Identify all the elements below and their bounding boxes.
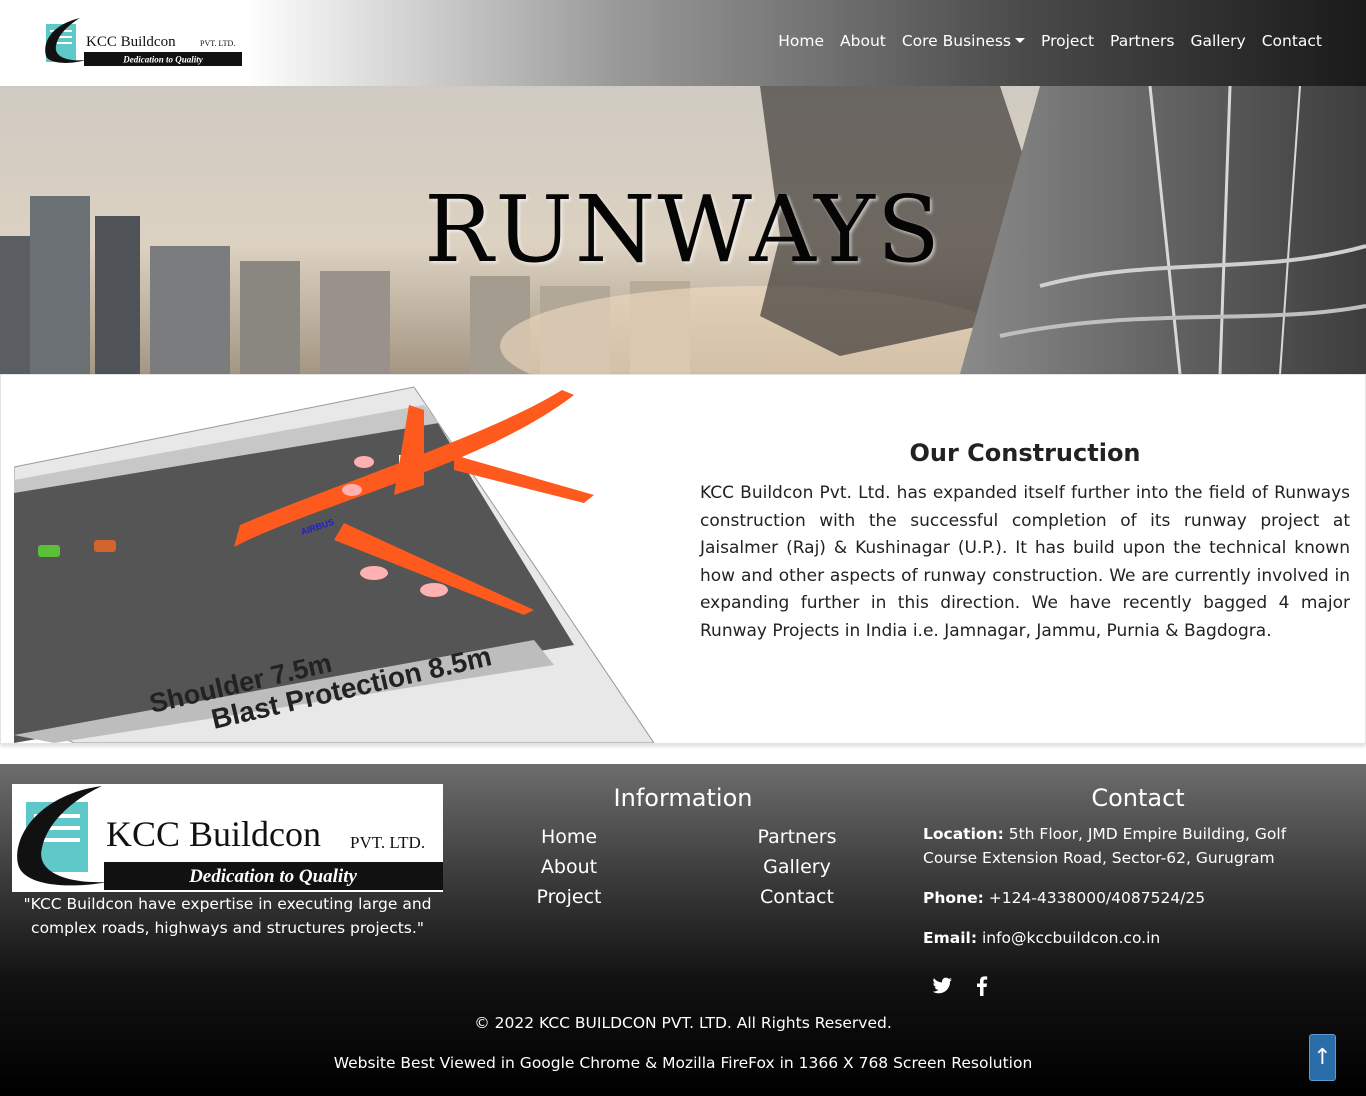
logo-suffix-text: PVT. LTD. [200,39,235,48]
caret-down-icon [1015,38,1025,43]
nav-core-business-label: Core Business [901,32,1011,50]
nav-about[interactable]: About [832,32,894,50]
footer-logo[interactable]: KCC Buildcon PVT. LTD. Dedication to Qua… [12,784,443,892]
hero-banner: RUNWAYS [0,86,1366,374]
information-heading: Information [613,784,753,812]
construction-section: A380 AIRBUS Shoulder 7.5m Blast Protecti… [0,374,1366,744]
company-logo[interactable]: KCC Buildcon PVT. LTD. Dedication to Qua… [40,16,242,68]
footer-link-contact[interactable]: Contact [697,886,897,908]
nav-partners[interactable]: Partners [1102,32,1182,50]
phone-label: Phone: [923,889,984,907]
phone-value[interactable]: +124-4338000/4087524/25 [989,889,1205,907]
facebook-icon[interactable] [970,974,994,998]
footer-link-gallery[interactable]: Gallery [697,856,897,878]
nav-menu: Home About Core Business Project Partner… [770,32,1330,50]
navbar: KCC Buildcon PVT. LTD. Dedication to Qua… [0,0,1366,86]
nav-contact[interactable]: Contact [1254,32,1330,50]
nav-home[interactable]: Home [770,32,832,50]
location-label: Location: [923,825,1004,843]
nav-project[interactable]: Project [1033,32,1102,50]
footer-link-home[interactable]: Home [469,826,669,848]
footer-quote: "KCC Buildcon have expertise in executin… [23,895,432,937]
email-value[interactable]: info@kccbuildcon.co.in [982,929,1160,947]
section-description: KCC Buildcon Pvt. Ltd. has expanded itse… [700,483,1350,641]
page-title: RUNWAYS [424,176,942,283]
contact-phone: Phone: +124-4338000/4087524/25 [923,886,1343,910]
footer-link-project[interactable]: Project [469,886,669,908]
footer-link-partners[interactable]: Partners [697,826,897,848]
contact-heading: Contact [1091,784,1185,812]
email-label: Email: [923,929,978,947]
section-title: Our Construction [909,439,1141,467]
contact-email: Email: info@kccbuildcon.co.in [923,926,1343,950]
footer: KCC Buildcon PVT. LTD. Dedication to Qua… [0,764,1366,1096]
twitter-icon[interactable] [930,974,954,998]
runway-illustration: A380 AIRBUS Shoulder 7.5m Blast Protecti… [14,375,654,743]
logo-company-text: KCC Buildcon [86,34,176,50]
scroll-to-top-button[interactable]: ↑ [1309,1034,1336,1081]
contact-location: Location: 5th Floor, JMD Empire Building… [923,822,1343,870]
logo-tagline-text: Dedication to Quality [122,55,204,65]
nav-core-business[interactable]: Core Business [894,32,1033,50]
footer-link-about[interactable]: About [469,856,669,878]
nav-gallery[interactable]: Gallery [1182,32,1253,50]
footer-logo-company: KCC Buildcon [106,814,321,854]
browser-note: Website Best Viewed in Google Chrome & M… [333,1054,1033,1072]
copyright-text: © 2022 KCC BUILDCON PVT. LTD. All Rights… [474,1014,892,1032]
footer-logo-tagline: Dedication to Quality [188,866,357,887]
footer-logo-suffix: PVT. LTD. [350,833,425,852]
